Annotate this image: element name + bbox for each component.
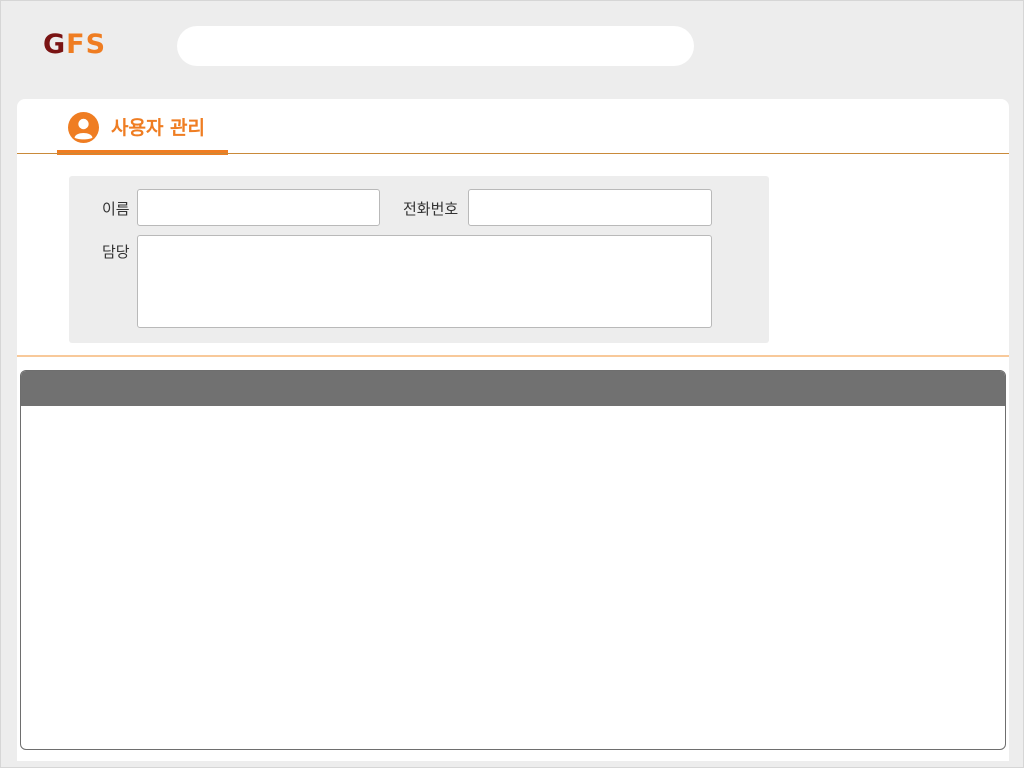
name-label: 이름 (102, 200, 130, 218)
manager-label: 담당 (102, 243, 130, 261)
user-circle-icon (68, 112, 99, 143)
section-divider (17, 355, 1009, 357)
logo-g: G (43, 29, 67, 60)
results-grid (20, 370, 1006, 750)
search-input[interactable] (177, 26, 694, 66)
phone-field[interactable] (468, 189, 712, 226)
main-card: 사용자 관리 이름 전화번호 담당 (17, 99, 1009, 761)
grid-header (21, 371, 1005, 406)
header-divider (17, 153, 1009, 154)
tab-label: 사용자 관리 (111, 117, 206, 139)
logo: G FS (43, 31, 106, 59)
name-field[interactable] (137, 189, 380, 226)
manager-field[interactable] (137, 235, 712, 328)
search-form: 이름 전화번호 담당 (69, 176, 769, 343)
logo-fs: FS (66, 29, 107, 60)
phone-label: 전화번호 (403, 200, 459, 218)
tab-user-management[interactable]: 사용자 관리 (57, 99, 228, 157)
